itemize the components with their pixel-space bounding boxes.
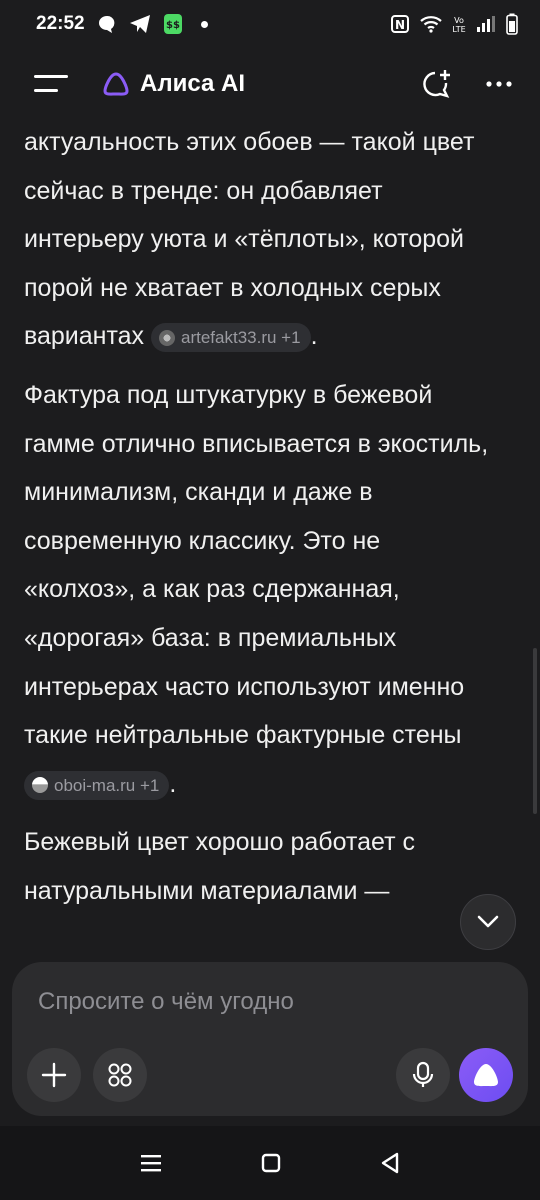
app-icon: $$ <box>163 14 182 34</box>
scrollbar[interactable] <box>533 648 537 814</box>
paragraph-text: Бежевый цвет хорошо работает с натуральн… <box>24 828 415 905</box>
system-nav-bar <box>0 1126 540 1200</box>
alice-logo-icon <box>103 72 129 96</box>
chat-messages: актуальность этих обоев — такой цвет сей… <box>24 118 494 960</box>
hamburger-icon[interactable] <box>34 72 68 96</box>
telegram-icon <box>129 15 150 33</box>
recents-icon[interactable] <box>140 1154 162 1172</box>
back-icon[interactable] <box>380 1152 400 1174</box>
paragraph-tail: . <box>310 322 318 351</box>
paragraph-text: актуальность этих обоев — такой цвет сей… <box>24 128 475 351</box>
page-title: Алиса AI <box>140 70 245 97</box>
battery-icon <box>506 13 518 35</box>
status-bar: 22:52 $$ N Vo LTE <box>0 0 540 48</box>
microphone-icon <box>412 1061 434 1087</box>
source-chip-label: oboi-ma.ru +1 <box>54 775 160 795</box>
home-icon[interactable] <box>261 1153 281 1173</box>
composer: Спросите о чём угодно <box>12 962 528 1116</box>
alice-icon <box>474 1064 498 1087</box>
scroll-down-button[interactable] <box>460 894 516 950</box>
grid-icon <box>108 1063 132 1087</box>
volte-icon: VoLTE <box>452 16 465 34</box>
prompt-input[interactable]: Спросите о чём угодно <box>38 988 294 1016</box>
source-chip-label: artefakt33.ru +1 <box>181 328 301 348</box>
source-chip[interactable]: artefakt33.ru +1 <box>151 323 311 353</box>
signal-icon <box>477 16 495 32</box>
paragraph-text: Фактура под штукатурку в бежевой гамме о… <box>24 380 489 750</box>
new-chat-icon[interactable] <box>420 68 452 100</box>
status-time: 22:52 <box>36 13 85 34</box>
svg-text:Vo: Vo <box>454 16 464 25</box>
content-fade <box>0 900 540 960</box>
globe-icon <box>159 329 176 346</box>
chat-bubble-icon <box>98 15 115 33</box>
plus-icon <box>41 1062 67 1088</box>
tools-button[interactable] <box>93 1048 147 1102</box>
alice-voice-button[interactable] <box>459 1048 513 1102</box>
source-chip[interactable]: oboi-ma.ru +1 <box>24 770 170 800</box>
more-icon[interactable] <box>486 80 512 88</box>
wifi-icon <box>420 16 442 33</box>
chevron-down-icon <box>477 915 499 928</box>
app-header: Алиса AI <box>0 52 540 116</box>
nfc-icon: N <box>391 15 409 33</box>
voice-button[interactable] <box>396 1048 450 1102</box>
site-icon <box>32 777 48 794</box>
dot-icon <box>200 20 208 28</box>
svg-text:$$: $$ <box>166 20 180 31</box>
message-paragraph: Фактура под штукатурку в бежевой гамме о… <box>24 371 494 808</box>
message-paragraph: актуальность этих обоев — такой цвет сей… <box>24 118 494 361</box>
svg-text:LTE: LTE <box>452 25 465 34</box>
attach-button[interactable] <box>27 1048 81 1102</box>
svg-text:N: N <box>395 18 405 32</box>
paragraph-tail: . <box>169 769 177 798</box>
